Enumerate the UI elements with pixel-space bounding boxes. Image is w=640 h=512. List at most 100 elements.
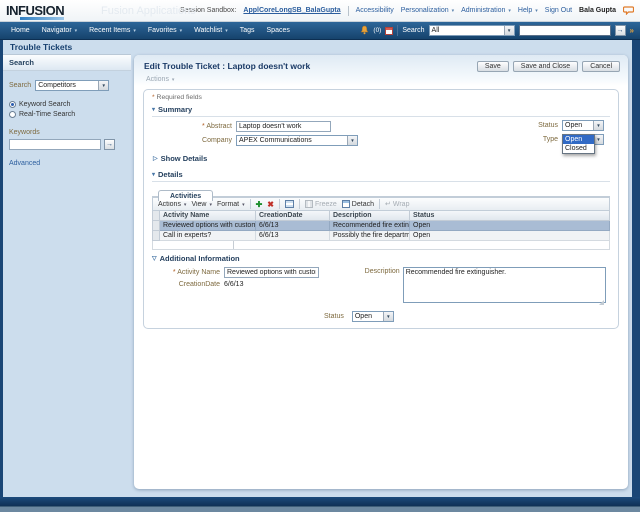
row-selector[interactable] [152,220,160,231]
realtime-search-radio[interactable]: Real-Time Search [9,111,125,118]
creation-date-label: CreationDate [178,281,220,288]
abstract-input[interactable] [236,121,331,132]
brand-area: INFUSION Fusion Applications [6,3,196,20]
activity-status-select[interactable]: Open ▼ [351,311,394,322]
table-row[interactable]: Call in experts? 6/6/13 Possibly the fir… [152,230,610,241]
global-search-input[interactable] [518,25,611,36]
divider [397,25,399,36]
notifications-count: (0) [373,27,382,34]
edit-ticket-title: Edit Trouble Ticket : Laptop doesn't wor… [144,61,311,71]
nav-item-favorites[interactable]: Favorites ▾ [143,25,187,36]
show-details-toggle[interactable]: ▷ Show Details [152,151,610,166]
column-header-description[interactable]: Description [329,211,410,221]
nav-item-recent-items[interactable]: Recent Items ▾ [84,25,141,36]
save-and-close-button[interactable]: Save and Close [512,61,579,72]
advanced-search-link[interactable]: Advanced [9,160,40,167]
help-menu[interactable]: Help ▾ [518,7,538,14]
nav-item-home[interactable]: Home [6,25,35,36]
type-dropdown-list: Open Closed [562,134,595,154]
table-scrollbar[interactable] [152,241,610,250]
dropdown-arrow-icon: ▼ [98,81,109,90]
caret-down-icon: ▾ [225,28,228,34]
tab-activities[interactable]: Activities [158,190,214,201]
keywords-input[interactable] [9,139,101,150]
activities-toolbar: Actions ▾ View ▾ Format ▾ ✚ ✖ Freeze Det… [152,197,610,211]
summary-section-header[interactable]: ▾ Summary [152,103,610,117]
required-fields-note: * Required fields [152,94,202,101]
details-tab-strip: Activities [152,185,610,201]
delete-row-icon[interactable]: ✖ [267,200,274,209]
search-sidebar: Search Search Competitors ▼ Keyword Sear… [3,54,131,497]
session-sandbox-link[interactable]: ApplCoreLongSB_BalaGupta [243,7,340,14]
details-section-header[interactable]: ▾ Details [152,168,610,182]
company-label: Company [202,137,232,144]
status-select[interactable]: Open ▼ [562,120,604,131]
caret-down-icon: ▾ [242,201,245,208]
personalization-menu[interactable]: Personalization ▾ [401,7,454,14]
freeze-button[interactable]: Freeze [305,200,337,208]
activity-name-input[interactable] [224,267,319,278]
column-header-status[interactable]: Status [409,211,610,221]
caret-down-icon: ▾ [508,8,511,14]
keywords-go-button[interactable]: → [104,139,115,150]
keyword-search-radio[interactable]: Keyword Search [9,101,125,108]
accessibility-link[interactable]: Accessibility [356,7,394,14]
type-option-closed[interactable]: Closed [563,144,594,153]
detach-icon [341,200,350,208]
type-option-open[interactable]: Open [563,135,594,144]
ghost-watermark-text: Fusion Applications [101,4,196,17]
company-select[interactable]: APEX Communications ▼ [236,135,358,146]
caret-down-icon: ▾ [74,28,78,34]
toolbar-format-menu[interactable]: Format ▾ [217,201,245,208]
nav-item-tags[interactable]: Tags [235,25,260,36]
toolbar-actions-menu[interactable]: Actions ▾ [158,201,186,208]
column-header-activity-name[interactable]: Activity Name [159,211,256,221]
description-label: Description [364,268,400,275]
column-header-creation-date[interactable]: CreationDate [255,211,330,221]
administration-menu[interactable]: Administration ▾ [461,7,511,14]
dropdown-arrow-icon: ▼ [503,26,514,35]
cancel-button[interactable]: Cancel [582,61,620,72]
notifications-bell-icon[interactable] [360,22,369,40]
nav-menu-items: Home Navigator ▾ Recent Items ▾ Favorite… [6,25,295,36]
search-scope-select[interactable]: All ▼ [428,25,515,36]
additional-info-header[interactable]: ▽ Additional Information [152,252,610,265]
search-label: Search [402,27,425,34]
toolbar-view-menu[interactable]: View ▾ [191,201,212,208]
summary-fields: * Abstract Company APEX Communications ▼… [152,117,610,154]
page-title: Trouble Tickets [10,42,73,52]
panel-empty-space [134,329,628,489]
current-user-name: Bala Gupta [579,7,616,14]
global-header: INFUSION Fusion Applications Session San… [0,0,640,22]
row-selector-header [152,211,160,221]
nav-item-spaces[interactable]: Spaces [262,25,295,36]
sign-out-link[interactable]: Sign Out [545,7,572,14]
actions-menu[interactable]: Actions ▾ [144,72,620,85]
nav-item-navigator[interactable]: Navigator ▾ [37,25,82,36]
nav-item-watchlist[interactable]: Watchlist ▾ [189,25,233,36]
divider [378,199,380,209]
export-to-excel-icon[interactable] [285,200,294,208]
description-textarea[interactable]: Recommended fire extinguisher. [402,267,606,303]
caret-down-icon: ▾ [451,8,455,14]
search-go-button[interactable]: → [614,25,626,36]
radio-unselected-icon [9,111,16,118]
footer-bar [0,497,640,506]
creation-date-value: 6/6/13 [224,281,244,288]
detach-button[interactable]: Detach [341,200,374,208]
advanced-search-icon[interactable]: » [630,26,634,35]
activity-name-label: * Activity Name [172,269,220,276]
calendar-icon[interactable] [385,26,394,35]
dropdown-arrow-icon: ▼ [593,121,603,130]
edit-trouble-ticket-panel: Edit Trouble Ticket : Laptop doesn't wor… [134,55,628,489]
save-button[interactable]: Save [476,61,509,72]
row-selector[interactable] [152,230,160,241]
add-row-icon[interactable]: ✚ [256,200,263,209]
resize-grip-icon[interactable] [599,300,604,305]
caret-down-icon: ▾ [133,28,136,34]
footer-strip [0,506,640,512]
wrap-button[interactable]: ↵ Wrap [385,200,409,209]
feedback-bubble-icon[interactable] [623,6,634,15]
saved-search-select[interactable]: Competitors ▼ [35,80,110,91]
table-row-selected[interactable]: Reviewed options with customer 6/6/13 Re… [152,220,610,231]
